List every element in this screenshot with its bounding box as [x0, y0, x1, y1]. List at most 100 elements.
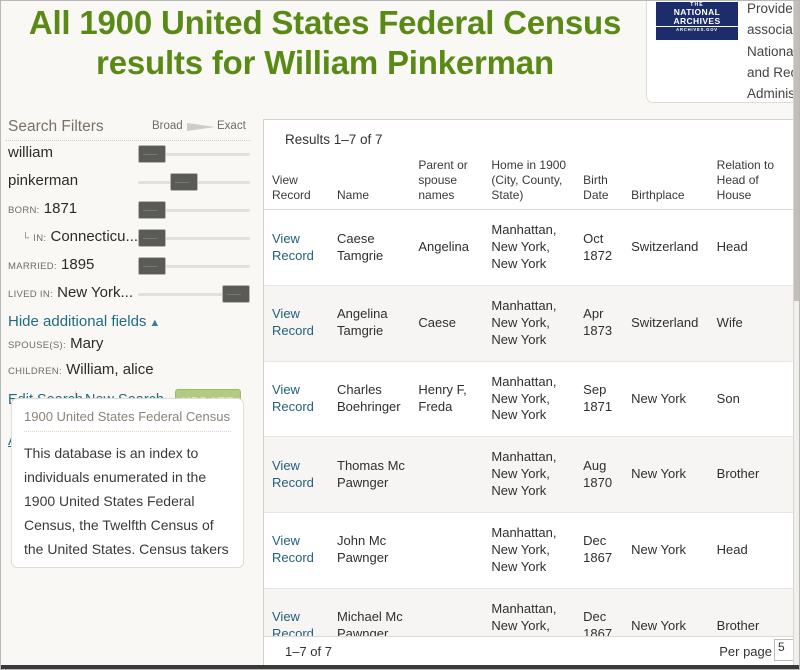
cell-home: Manhattan, New York, New York [491, 209, 584, 286]
table-row[interactable]: View Record Charles Boehringer Henry F, Fr… [264, 361, 796, 438]
national-archives-logo-icon: THE NATIONAL ARCHIVES ARCHIVES.GOV [656, 2, 738, 40]
extra-fields-list: SPOUSE(S): Mary CHILDREN: William, alice [1, 331, 259, 383]
slider-handle[interactable] [169, 173, 198, 191]
cell-view-record: View Record [264, 361, 338, 438]
national-archives-card: THE NATIONAL ARCHIVES ARCHIVES.GOV Provi… [646, 1, 799, 103]
database-description-text: This database is an index to individuals… [24, 445, 229, 567]
cell-view-record: View Record [264, 436, 338, 514]
filter-row: LIVED IN: New York... [1, 281, 259, 309]
broad-label: Broad [152, 120, 183, 132]
column-header-parent-spouse: Parent or spouse names [418, 156, 492, 211]
table-row[interactable]: View Record Caese Tamgrie Angelina Manhatta… [264, 209, 796, 286]
view-record-link[interactable]: View Record [272, 382, 314, 414]
view-record-link[interactable]: View Record [272, 458, 314, 490]
table-header-row: View Record Name Parent or spouse names … [264, 156, 796, 211]
filter-value: 1871 [43, 200, 78, 217]
hide-additional-fields-label: Hide additional fields [8, 313, 147, 330]
filter-row: └ IN: Connecticu... [1, 225, 259, 253]
slider-handle[interactable] [138, 145, 166, 163]
cell-birth-date: Oct 1872 [583, 209, 632, 286]
column-header-home: Home in 1900 (City, County, State) [491, 156, 584, 211]
cell-parent-spouse [418, 512, 492, 589]
filter-value: Connecticu... [50, 228, 139, 245]
name-value: Thomas Mc Pawnger [337, 457, 405, 490]
cell-home: Manhattan, New York, New York [491, 512, 584, 589]
filter-list: william pinkerman BORN: 1871 └ IN: Connecti… [1, 141, 259, 309]
filter-slider[interactable] [138, 145, 250, 163]
cell-parent-spouse: Caese [418, 285, 492, 362]
page-title-block: All 1900 United States Federal Census re… [1, 1, 649, 84]
cell-parent-spouse: Angelina [418, 209, 492, 286]
cell-birthplace: New York [631, 512, 717, 589]
view-record-link[interactable]: View Record [272, 306, 314, 338]
filter-label: william [8, 144, 53, 161]
view-record-link[interactable]: View Record [272, 533, 314, 565]
name-value: John Mc Pawnger [337, 533, 389, 566]
slider-handle[interactable] [138, 257, 166, 275]
filter-row: BORN: 1871 [1, 197, 259, 225]
column-header-relation: Relation to Head of House [716, 156, 796, 211]
cell-home: Manhattan, New York, New York [491, 436, 584, 514]
cell-name: Caese Tamgrie [337, 209, 419, 286]
hide-additional-fields-toggle[interactable]: Hide additional fields ▲ [8, 313, 259, 330]
cell-parent-spouse [418, 436, 492, 514]
filter-label: pinkerman [8, 172, 78, 189]
filter-value: william [8, 144, 53, 161]
scrollbar-thumb[interactable] [794, 1, 799, 301]
results-table: View Record Name Parent or spouse names … [264, 156, 796, 667]
chevron-up-icon: ▲ [149, 317, 161, 329]
filter-caption: IN: [33, 233, 47, 244]
filter-slider[interactable] [138, 285, 250, 303]
cell-birthplace: New York [631, 436, 717, 514]
table-row[interactable]: View Record Angelina Tamgrie Caese Manhatta… [264, 285, 796, 362]
filter-label: LIVED IN: New York... [8, 284, 133, 301]
exact-label: Exact [217, 120, 246, 132]
results-count: Results 1–7 of 7 [285, 132, 383, 147]
filter-slider[interactable] [138, 229, 250, 247]
cell-parent-spouse: Henry F, Freda [418, 361, 492, 438]
filter-value: pinkerman [8, 172, 79, 189]
filter-label: BORN: 1871 [8, 200, 77, 217]
results-panel: Results 1–7 of 7 View Record Name Parent… [263, 119, 796, 668]
cell-view-record: View Record [264, 285, 338, 362]
horizontal-scrollbar[interactable] [1, 665, 799, 669]
column-header-name: Name [337, 156, 419, 211]
cell-relation: Head [716, 512, 796, 589]
extra-field-row: CHILDREN: William, alice [1, 357, 259, 383]
name-value: Caese Tamgrie [337, 230, 384, 263]
table-row[interactable]: View Record John Mc Pawnger Manhattan, New… [264, 512, 796, 589]
cell-relation: Wife [716, 285, 796, 362]
cell-name: Angelina Tamgrie [337, 285, 419, 362]
cell-birth-date: Aug 1870 [583, 436, 632, 514]
extra-field-caption: CHILDREN: [8, 366, 62, 377]
results-footer: 1–7 of 7 Per page 5 [264, 636, 796, 667]
cell-view-record: View Record [264, 209, 338, 286]
filter-label: MARRIED: 1895 [8, 256, 94, 273]
page-root: All 1900 United States Federal Census re… [0, 0, 800, 670]
filter-slider[interactable] [138, 173, 250, 191]
search-filters-header: Search Filters Broad Exact [1, 113, 259, 141]
filter-slider[interactable] [138, 201, 250, 219]
name-value: Charles Boehringer [337, 382, 401, 414]
table-row[interactable]: View Record Thomas Mc Pawnger Manhattan, N… [264, 436, 796, 514]
cell-birth-date: Dec 1867 [583, 512, 632, 589]
search-filters-title: Search Filters [8, 118, 104, 135]
cell-home: Manhattan, New York, New York [491, 361, 584, 438]
results-table-head: View Record Name Parent or spouse names … [264, 156, 796, 211]
slider-handle[interactable] [138, 201, 166, 219]
database-title: 1900 United States Federal Census [24, 409, 231, 432]
cell-relation: Son [716, 361, 796, 438]
filter-caption: MARRIED: [8, 261, 57, 272]
slider-handle[interactable] [138, 229, 166, 247]
filter-value: 1895 [61, 256, 95, 273]
vertical-scrollbar[interactable] [793, 1, 799, 669]
filter-slider[interactable] [138, 257, 250, 275]
cell-birthplace: Switzerland [631, 209, 717, 286]
column-header-birthplace: Birthplace [631, 156, 717, 211]
view-record-link[interactable]: View Record [272, 231, 314, 263]
cell-name: John Mc Pawnger [337, 512, 419, 589]
filter-value: New York... [57, 284, 133, 301]
broad-exact-wedge-icon [187, 123, 215, 131]
slider-handle[interactable] [222, 285, 250, 303]
cell-birth-date: Apr 1873 [583, 285, 632, 362]
